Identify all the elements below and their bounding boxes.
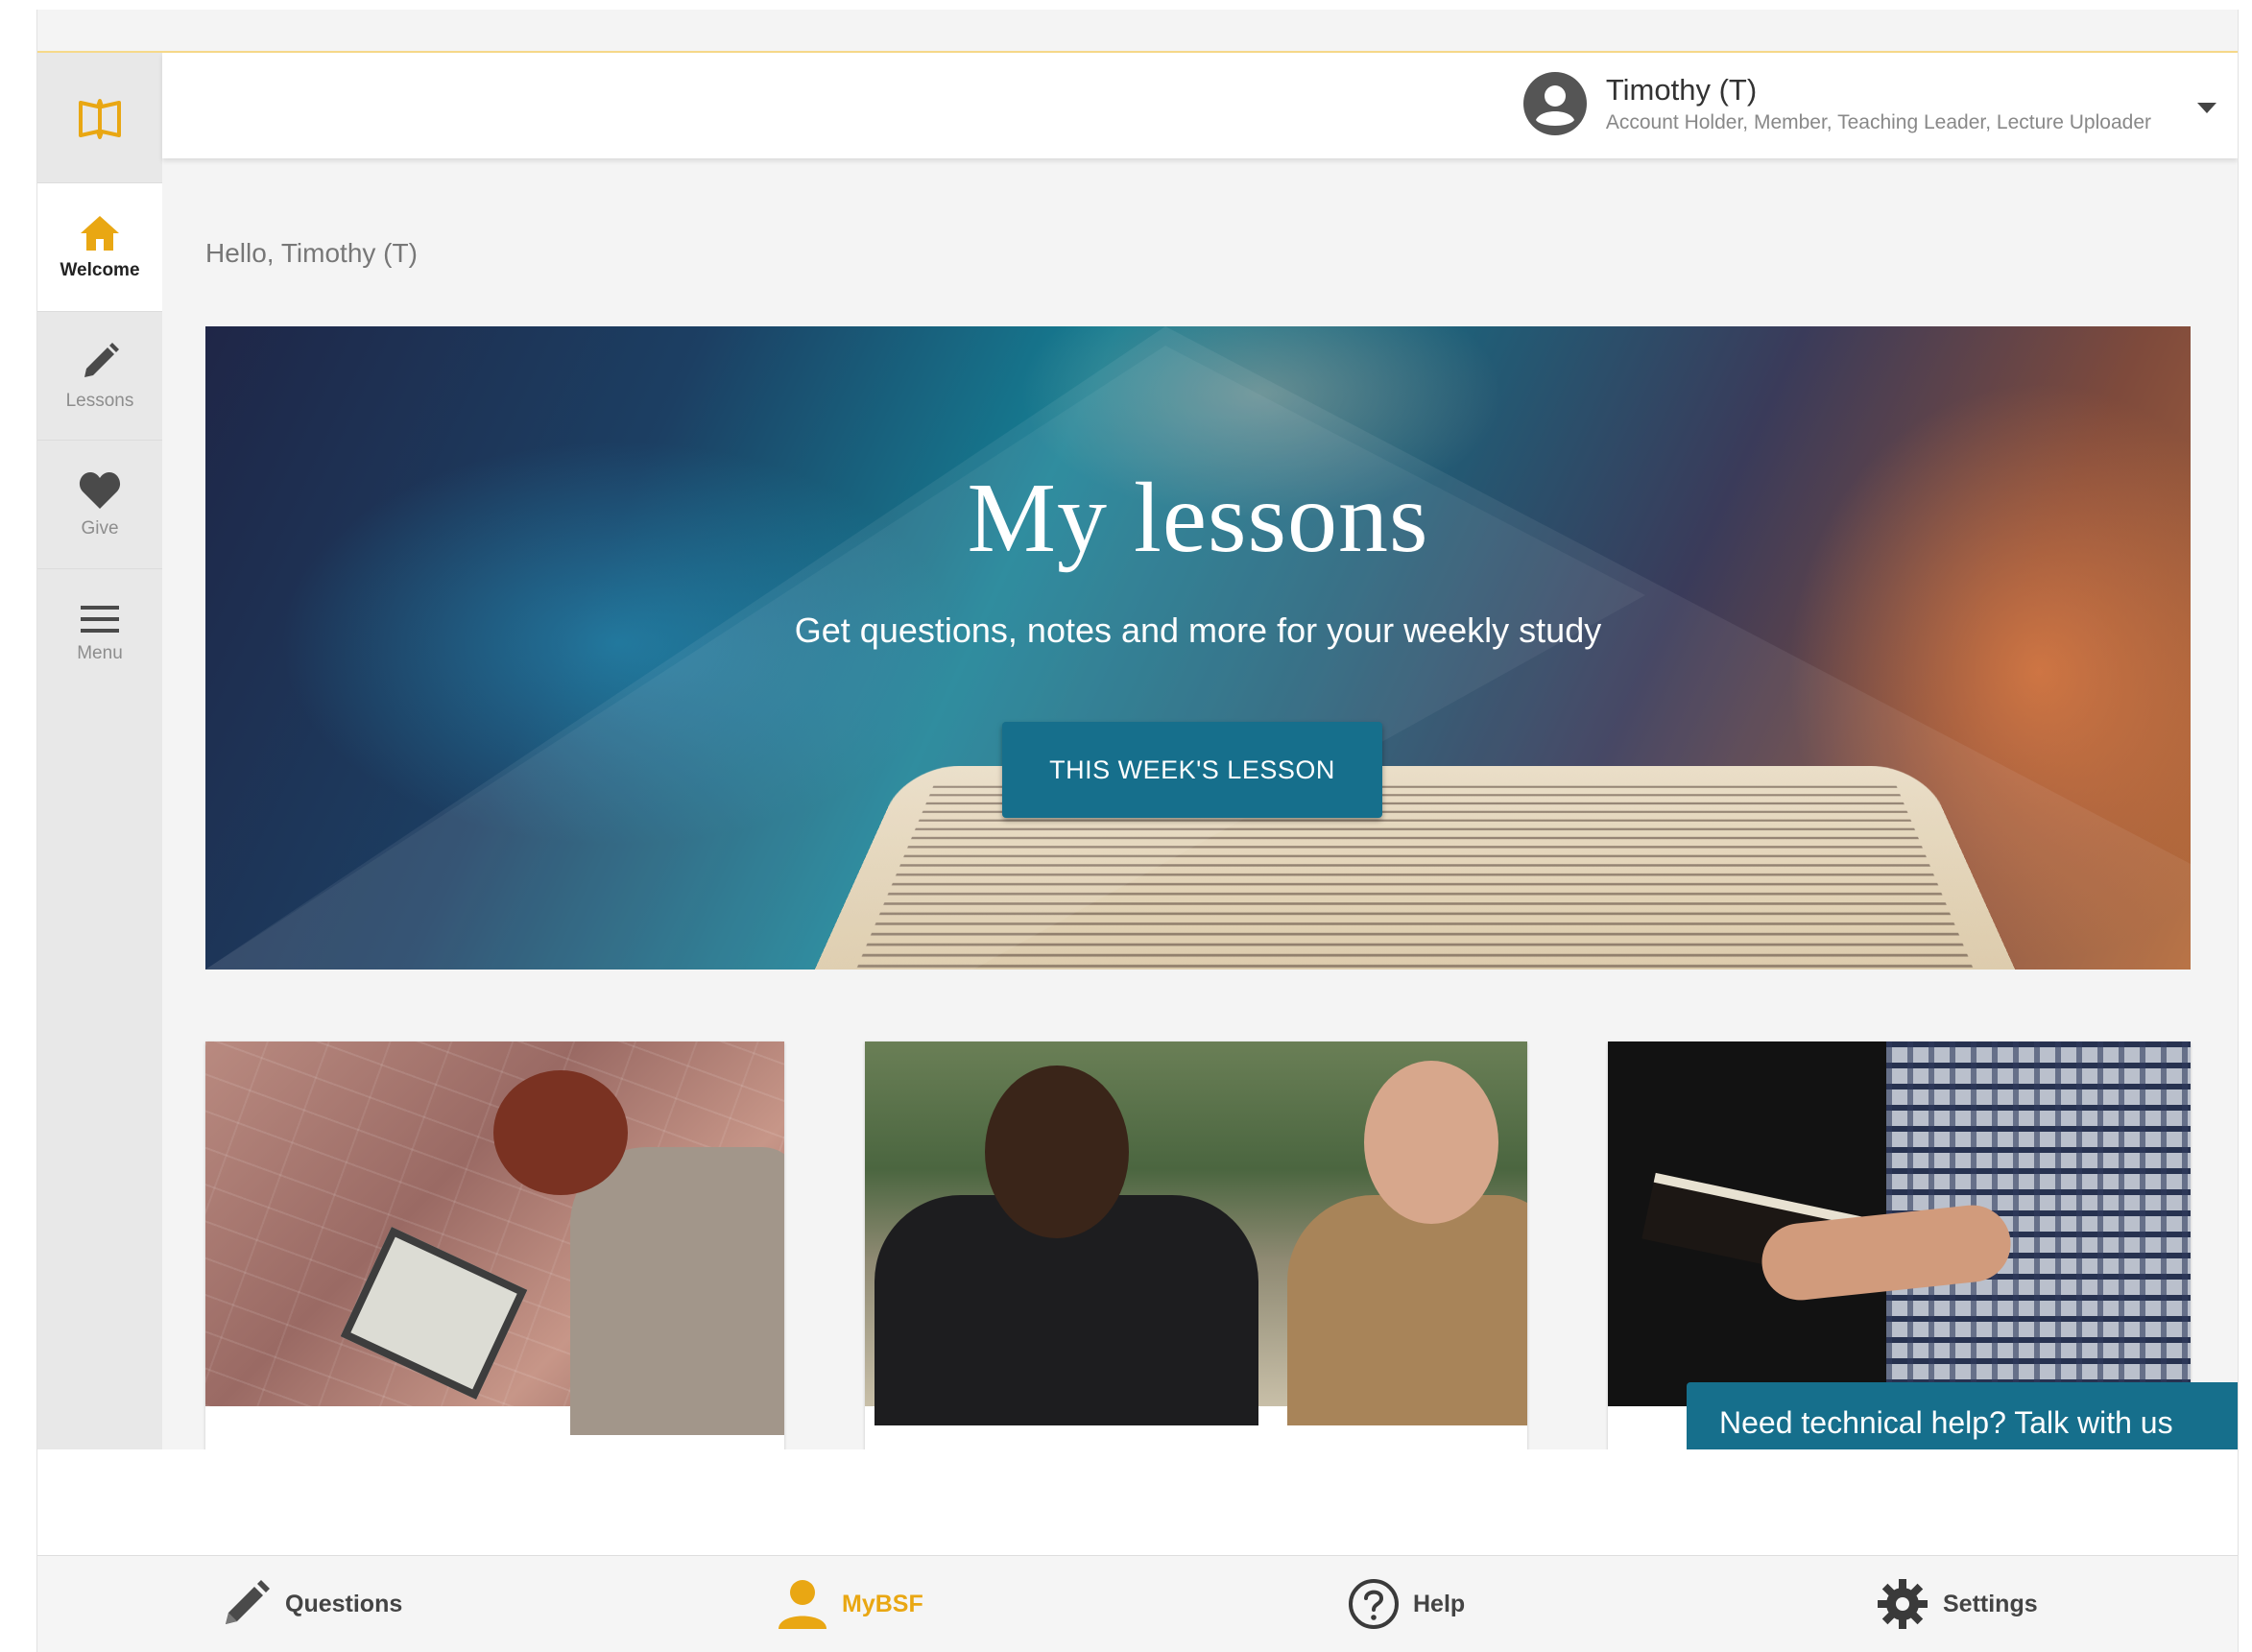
this-weeks-lesson-button[interactable]: THIS WEEK'S LESSON: [1002, 722, 1382, 818]
bottom-nav-label: Help: [1413, 1590, 1466, 1617]
bottom-nav-settings[interactable]: Settings: [1876, 1556, 2038, 1652]
sidebar-item-label: Welcome: [60, 260, 140, 280]
gear-icon: [1878, 1579, 1928, 1629]
sidebar-item-lessons[interactable]: Lessons: [37, 311, 162, 441]
my-lessons-hero: My lessons Get questions, notes and more…: [205, 326, 2191, 970]
bottom-navigation: Questions MyBSF Help Settings: [37, 1555, 2238, 1652]
user-info: Timothy (T) Account Holder, Member, Teac…: [1606, 73, 2151, 134]
caret-down-icon[interactable]: [2197, 103, 2216, 113]
user-menu[interactable]: Timothy (T) Account Holder, Member, Teac…: [1521, 70, 2151, 137]
sidebar-item-label: Lessons: [65, 391, 134, 411]
card-image: [865, 1041, 1527, 1425]
user-roles: Account Holder, Member, Teaching Leader,…: [1605, 111, 2151, 133]
person-icon: [779, 1580, 827, 1629]
card-group-study[interactable]: [865, 1041, 1527, 1464]
home-icon: [81, 216, 119, 251]
bottom-nav-label: Questions: [285, 1590, 403, 1617]
bottom-nav-help[interactable]: Help: [1348, 1556, 1465, 1652]
top-header: Timothy (T) Account Holder, Member, Teac…: [162, 53, 2238, 158]
pencil-icon: [84, 343, 119, 377]
sidebar-item-menu[interactable]: Menu: [37, 568, 162, 698]
greeting-text: Hello, Timothy (T): [205, 238, 418, 268]
card-image: [205, 1041, 784, 1435]
heart-icon: [79, 472, 121, 509]
card-reading-tablet[interactable]: [205, 1041, 784, 1464]
user-name: Timothy (T): [1605, 73, 1758, 107]
bottom-nav-questions[interactable]: Questions: [220, 1556, 402, 1652]
sidebar-item-label: Give: [81, 518, 119, 539]
hero-subtitle: Get questions, notes and more for your w…: [794, 611, 1602, 650]
account-circle-icon: [1522, 72, 1587, 135]
app-logo[interactable]: [37, 53, 162, 182]
sidebar: Welcome Lessons Give Menu: [37, 53, 162, 1449]
hero-title: My lessons: [967, 463, 1429, 573]
content-spacer: [37, 1449, 2238, 1555]
pencil-icon: [226, 1580, 270, 1624]
bottom-nav-label: Settings: [1943, 1590, 2038, 1617]
app-frame: Welcome Lessons Give Menu Timothy (T) Ac…: [36, 10, 2239, 1652]
sidebar-item-give[interactable]: Give: [37, 440, 162, 569]
bottom-nav-label: MyBSF: [842, 1590, 923, 1617]
sidebar-item-label: Menu: [77, 643, 123, 663]
hamburger-menu-icon: [81, 606, 119, 633]
help-circle-icon: [1349, 1579, 1399, 1629]
bottom-nav-mybsf[interactable]: MyBSF: [777, 1556, 923, 1652]
sidebar-item-welcome[interactable]: Welcome: [37, 182, 162, 312]
card-image: [1608, 1041, 2191, 1406]
open-book-logo-icon: [79, 98, 121, 139]
